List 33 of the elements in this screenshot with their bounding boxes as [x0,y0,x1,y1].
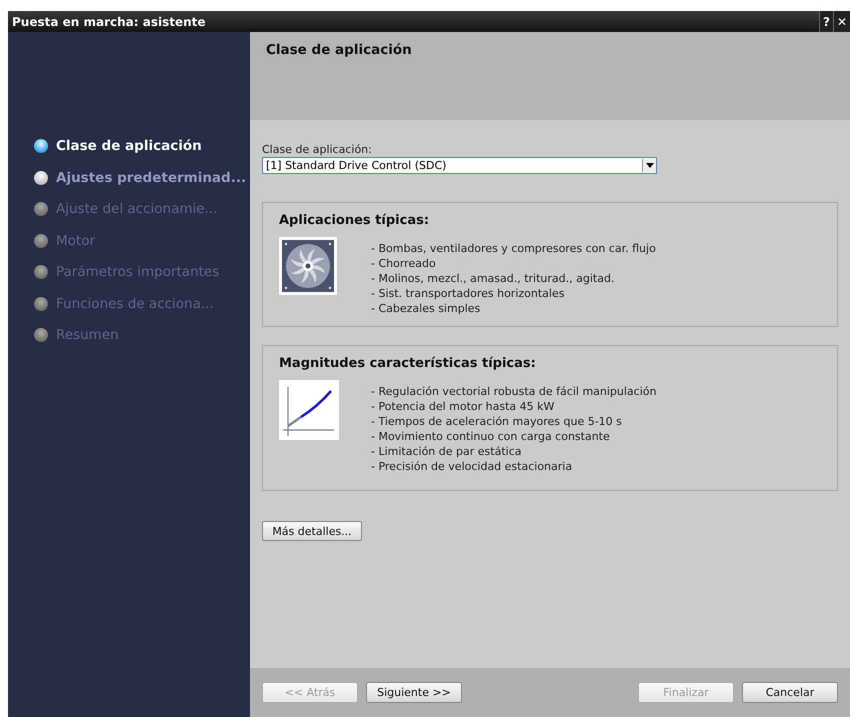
field-label: Clase de aplicación: [262,143,373,156]
list-item: - Potencia del motor hasta 45 kW [371,399,556,414]
radio-icon [34,265,48,279]
radio-icon [34,296,48,310]
close-button[interactable]: ✕ [832,11,850,32]
list-item: - Regulación vectorial robusta de fácil manipulación [371,384,656,399]
wizard-button[interactable]: Siguiente >> [366,682,462,703]
radio-icon [34,139,48,153]
list-item: - Molinos, mezcl., amasad., triturad., agitad. [371,271,616,286]
list-item: - Precisión de velocidad estacionaria [371,459,574,474]
list-item: - Limitación de par estática [371,444,522,459]
details-button[interactable]: Más detalles... [262,521,362,541]
panel-title: Aplicaciones típicas: [279,213,430,228]
radio-icon [34,328,48,342]
fan-icon [279,237,339,295]
torque-curve-icon [279,380,339,440]
wizard-button[interactable]: Cancelar [742,682,838,703]
wizard-step[interactable]: Ajustes predeterminad... [8,164,250,192]
help-button[interactable]: ? [818,11,833,32]
list-item: - Bombas, ventiladores y compresores con car. flujo [371,241,656,256]
list-item: - Movimiento continuo con carga constante [371,429,611,444]
radio-icon [34,202,48,216]
list-item: - Tiempos de aceleración mayores que 5-10 s [371,414,623,429]
panel-title: Magnitudes características típicas: [279,356,537,371]
page-title: Clase de aplicación [266,42,413,58]
dropdown[interactable]: [1] Standard Drive Control (SDC) [262,157,657,174]
radio-icon [34,170,48,184]
wizard-step[interactable]: Clase de aplicación [8,132,250,160]
radio-icon [34,234,48,248]
list-item: - Chorreado [371,256,437,271]
list-item: - Sist. transportadores horizontales [371,286,566,301]
window-title: Puesta en marcha: asistente [11,14,206,28]
list-item: - Cabezales simples [371,301,482,316]
